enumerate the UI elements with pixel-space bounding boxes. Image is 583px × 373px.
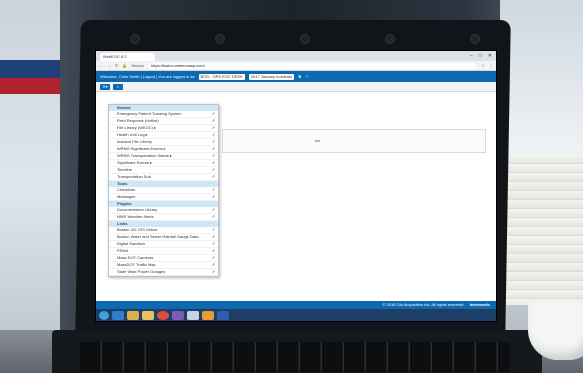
chrome-icon[interactable] [157, 310, 169, 320]
external-link-icon: ⇗ [211, 262, 215, 267]
menu-icon[interactable]: ⋮ [489, 63, 493, 68]
menu-item[interactable]: FEMA ⇗ [109, 248, 218, 255]
content-text: ies [315, 138, 321, 143]
left-background [0, 0, 60, 373]
external-link-icon: ⇗ [211, 187, 215, 192]
menu-button[interactable]: ☰▾ [100, 83, 110, 90]
webcam [300, 34, 310, 44]
window-controls: – □ ✕ [470, 51, 496, 61]
windows-taskbar [96, 309, 496, 321]
menu-item[interactable]: Messages ⇗ [109, 194, 218, 201]
explorer-icon[interactable] [127, 310, 139, 320]
menu-item[interactable]: Digital Sandbox ⇗ [109, 241, 218, 248]
external-link-icon: ⇗ [211, 255, 215, 260]
menu-item[interactable]: Health Unit Log ▸ ⇗ [109, 132, 218, 139]
menu-item[interactable]: Boston 311 GIS Online ⇗ [109, 227, 218, 234]
external-link-icon: ⇗ [211, 118, 215, 123]
content-panel: ies [222, 129, 486, 153]
forward-icon[interactable]: → [107, 63, 111, 68]
external-link-icon: ⇗ [211, 248, 215, 253]
menu-item[interactable]: File Library (WEOC) ▸ ⇗ [109, 125, 218, 132]
bezel-screws [130, 34, 480, 44]
menu-item[interactable]: Documentation Library ⇗ [109, 207, 218, 214]
files-icon[interactable] [187, 310, 199, 320]
menu-item[interactable]: State Wide Power Outages ⇗ [109, 269, 218, 276]
browser-tabbar: WebEOC 8.2 – □ ✕ [96, 51, 496, 61]
lock-icon: 🔒 [122, 63, 128, 68]
menu-item[interactable]: Incident File Library ⇗ [109, 139, 218, 146]
folder-icon[interactable] [142, 310, 154, 320]
menu-item[interactable]: WRMS Significant Events ▸ ⇗ [109, 146, 218, 153]
external-link-icon: ⇗ [211, 146, 215, 151]
screw [215, 34, 225, 44]
settings-icon[interactable]: ✖ [298, 74, 301, 79]
menu-item[interactable]: Checklists ⇗ [109, 187, 218, 194]
external-link-icon: ⇗ [211, 125, 215, 130]
media-icon[interactable] [202, 310, 214, 320]
app-footer: © 2016 Ctb Acquisition Inc. All rights r… [96, 301, 496, 309]
url-field[interactable]: https://fusion.webeocasp.com/ [148, 62, 478, 69]
position-select[interactable]: BCR - OPS EOC DESK [198, 73, 245, 80]
brand-logo: Intermedix [469, 302, 490, 307]
external-link-icon: ⇗ [211, 132, 215, 137]
copyright-text: © 2016 Ctb Acquisition Inc. All rights r… [382, 302, 465, 307]
start-icon[interactable] [99, 310, 109, 320]
screw [470, 34, 480, 44]
menu-item[interactable]: Transportation Sub ⇗ [109, 174, 218, 181]
laptop-screen: WebEOC 8.2 – □ ✕ ← → ↻ 🔒 Secure https://… [95, 50, 497, 322]
external-link-icon: ⇗ [211, 207, 215, 212]
screw [130, 34, 140, 44]
external-link-icon: ⇗ [211, 227, 215, 232]
flag-red-stripe [0, 78, 60, 94]
incident-select[interactable]: 2017 January Incidents [248, 73, 295, 80]
coffee-cup [528, 300, 583, 360]
keyboard [80, 342, 510, 372]
word-icon[interactable] [217, 310, 229, 320]
external-link-icon: ⇗ [211, 167, 215, 172]
screw [385, 34, 395, 44]
browser-tab[interactable]: WebEOC 8.2 [100, 53, 155, 61]
external-link-icon: ⇗ [211, 174, 215, 179]
app-toolbar: ☰▾ ⌂ [96, 82, 496, 92]
secure-label: Secure [131, 63, 145, 68]
menu-item[interactable]: WRMS Transportation Status ▸ ⇗ [109, 153, 218, 160]
menu-item[interactable]: NWS Weather Alerts ⇗ [109, 214, 218, 221]
menu-item[interactable]: Mass DOT Cameras ⇗ [109, 255, 218, 262]
menu-item[interactable]: Boston Water and Sewer Rainfall Gauge Da… [109, 234, 218, 241]
help-icon[interactable]: ? [305, 74, 307, 79]
app-header: Welcome, Chris Smith | Logout | You are … [96, 71, 496, 82]
menu-item[interactable]: Significant Events ▸ ⇗ [109, 160, 218, 167]
external-link-icon: ⇗ [211, 241, 215, 246]
external-link-icon: ⇗ [211, 111, 215, 116]
welcome-text: Welcome, Chris Smith | Logout | You are … [100, 74, 195, 79]
home-button[interactable]: ⌂ [113, 83, 123, 90]
maximize-icon[interactable]: □ [479, 51, 482, 61]
photo-scene: WebEOC 8.2 – □ ✕ ← → ↻ 🔒 Secure https://… [0, 0, 583, 373]
close-icon[interactable]: ✕ [488, 51, 492, 61]
external-link-icon: ⇗ [211, 234, 215, 239]
menu-item[interactable]: Emergency Patient Tracking System ⇗ [109, 111, 218, 118]
external-link-icon: ⇗ [211, 214, 215, 219]
external-link-icon: ⇗ [211, 194, 215, 199]
external-link-icon: ⇗ [211, 139, 215, 144]
star-icon[interactable]: ☆ [481, 63, 485, 68]
menu-item[interactable]: MassDOT Traffic Map ⇗ [109, 262, 218, 269]
book-stack [500, 155, 583, 305]
external-link-icon: ⇗ [211, 160, 215, 165]
boards-dropdown-menu: Boards Emergency Patient Tracking System… [108, 104, 219, 277]
address-bar: ← → ↻ 🔒 Secure https://fusion.webeocasp.… [96, 61, 496, 71]
flag-blue-stripe [0, 60, 60, 78]
menu-item[interactable]: Timeline ⇗ [109, 167, 218, 174]
paint-icon[interactable] [172, 310, 184, 320]
external-link-icon: ⇗ [211, 269, 215, 274]
minimize-icon[interactable]: – [470, 51, 473, 61]
back-icon[interactable]: ← [99, 63, 103, 68]
reload-icon[interactable]: ↻ [115, 63, 118, 68]
ie-icon[interactable] [112, 310, 124, 320]
menu-item[interactable]: Field Requests (Hotlist) ⇗ [109, 118, 218, 125]
external-link-icon: ⇗ [211, 153, 215, 158]
